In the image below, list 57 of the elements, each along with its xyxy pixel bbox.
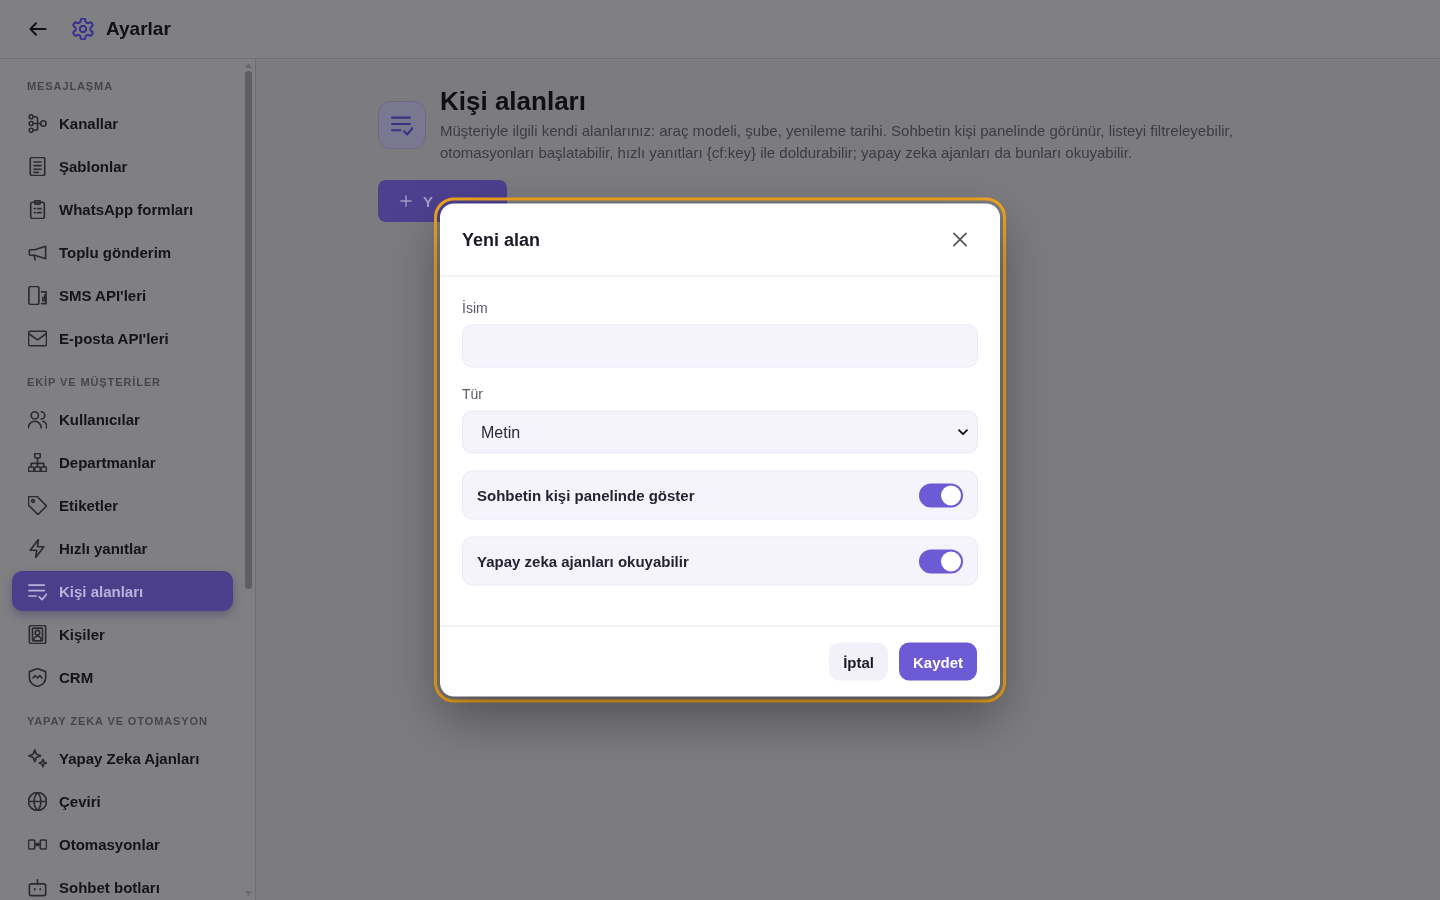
sidebar-item[interactable]: Şablonlar <box>12 146 233 186</box>
sidebar-item[interactable]: Çeviri <box>12 781 233 821</box>
clipboard-icon <box>28 199 47 219</box>
chevron-down-icon <box>957 426 969 438</box>
plus-icon <box>400 195 412 207</box>
phone-icon <box>28 285 47 305</box>
page-title: Kişi alanları <box>440 87 586 115</box>
save-button[interactable]: Kaydet <box>898 642 977 681</box>
sidebar-item[interactable]: Kişi alanları <box>12 571 233 611</box>
sidebar-item[interactable]: Yapay Zeka Ajanları <box>12 738 233 778</box>
sidebar-item[interactable]: Hızlı yanıtlar <box>12 528 233 568</box>
sidebar-item[interactable]: CRM <box>12 657 233 697</box>
nodes-icon <box>28 113 47 133</box>
envelope-icon <box>28 328 47 348</box>
list-check-icon <box>28 581 47 601</box>
robot-icon <box>28 877 47 897</box>
contact-card-icon <box>28 624 47 644</box>
field-label: İsim <box>462 299 488 317</box>
app-title: Ayarlar <box>106 18 171 40</box>
document-icon <box>28 156 47 176</box>
globe-icon <box>28 791 47 811</box>
back-icon <box>28 19 48 39</box>
sidebar-item[interactable]: Kişiler <box>12 614 233 654</box>
type-select[interactable]: Metin <box>462 410 978 454</box>
sidebar-item[interactable]: WhatsApp formları <box>12 189 233 229</box>
sidebar-item[interactable]: Otomasyonlar <box>12 824 233 864</box>
section-heading: MESAJLAŞMA <box>26 79 113 93</box>
users-icon <box>28 409 47 429</box>
back-button[interactable] <box>28 19 48 39</box>
sidebar-item[interactable]: E-posta API'leri <box>12 318 233 358</box>
sidebar-item[interactable]: Sohbet botları <box>12 867 233 900</box>
field-label: Tür <box>462 385 483 403</box>
megaphone-icon <box>28 242 47 262</box>
sidebar-item[interactable]: Departmanlar <box>12 442 233 482</box>
sparkles-icon <box>28 748 47 768</box>
toggle-switch[interactable] <box>919 549 963 573</box>
section-heading: EKİP VE MÜŞTERİLER <box>26 375 161 389</box>
close-icon <box>952 231 968 248</box>
tag-icon <box>28 495 47 515</box>
toggle-label: Yapay zeka ajanları okuyabilir <box>477 552 689 570</box>
shield-icon <box>28 667 47 687</box>
modal-title: Yeni alan <box>462 229 541 250</box>
sidebar-item[interactable]: Kullanıcılar <box>12 399 233 439</box>
toggle-label: Sohbetin kişi panelinde göster <box>477 486 695 504</box>
sidebar-item[interactable]: Kanallar <box>12 103 233 143</box>
org-chart-icon <box>28 452 47 472</box>
toggle-switch[interactable] <box>919 483 963 507</box>
scrollbar-thumb[interactable] <box>245 71 252 589</box>
page-description: Müşteriyle ilgili kendi alanlarınız: araç modeli, şube, yenileme tarihi. Sohbetin kişi panelinde görünür, listeyi filtreleyebilir, otomasyonları başlatabilir, hızlı yanıtları {cf:key} ile doldurabilir; yapay zeka ajanları da bunları okuyabilir. <box>440 121 1234 163</box>
cancel-button[interactable]: İptal <box>829 642 888 681</box>
settings-icon <box>72 18 94 40</box>
sidebar-item[interactable]: SMS API'leri <box>12 275 233 315</box>
sidebar-item[interactable]: Toplu gönderim <box>12 232 233 272</box>
list-check-icon <box>378 101 426 149</box>
section-heading: YAPAY ZEKA VE OTOMASYON <box>26 714 208 728</box>
lightning-icon <box>28 538 47 558</box>
sidebar-item[interactable]: Etiketler <box>12 485 233 525</box>
